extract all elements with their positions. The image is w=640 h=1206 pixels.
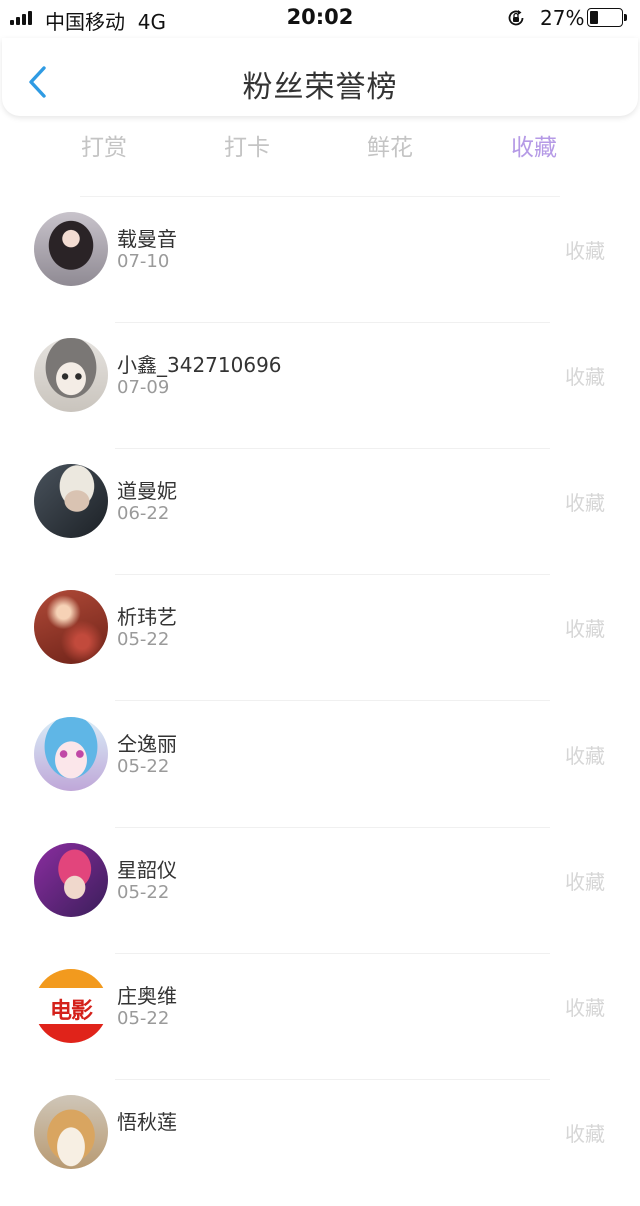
list-item[interactable]: 载曼音 07-10 收藏 [0, 197, 640, 323]
tab-tip[interactable]: 打赏 [44, 128, 164, 162]
avatar[interactable] [34, 464, 108, 538]
tab-favorites[interactable]: 收藏 [474, 128, 594, 162]
list-item[interactable]: 小鑫_342710696 07-09 收藏 [0, 323, 640, 449]
favorite-action[interactable]: 收藏 [565, 613, 605, 642]
fan-date: 05-22 [117, 1008, 170, 1029]
fan-name: 悟秋莲 [117, 1110, 177, 1134]
avatar[interactable] [34, 717, 108, 791]
page-title: 粉丝荣誉榜 [242, 70, 398, 105]
fan-name: 道曼妮 [117, 479, 177, 503]
status-bar: 中国移动 4G 20:02 27% [0, 0, 640, 36]
battery-percentage: 27% [540, 6, 585, 30]
battery-icon [587, 8, 627, 27]
favorite-action[interactable]: 收藏 [565, 1118, 605, 1147]
tab-bar: 打赏 打卡 鲜花 收藏 [0, 128, 640, 172]
avatar[interactable] [34, 338, 108, 412]
fan-date: 06-22 [117, 503, 170, 524]
list-item[interactable]: 悟秋莲 收藏 [0, 1080, 640, 1206]
fan-date: 05-22 [117, 629, 170, 650]
rotation-lock-icon [508, 10, 524, 26]
list-item[interactable]: 仝逸丽 05-22 收藏 [0, 702, 640, 828]
favorite-action[interactable]: 收藏 [565, 992, 605, 1021]
favorite-action[interactable]: 收藏 [565, 235, 605, 264]
movie-logo-text: 电影 [49, 999, 93, 1024]
avatar[interactable]: 电影 [34, 969, 108, 1043]
navigation-bar: 粉丝荣誉榜 [2, 38, 638, 116]
list-item[interactable]: 道曼妮 06-22 收藏 [0, 449, 640, 575]
fan-name: 庄奥维 [117, 984, 177, 1008]
fan-name: 仝逸丽 [117, 732, 177, 756]
favorite-action[interactable]: 收藏 [565, 361, 605, 390]
list-item[interactable]: 星韶仪 05-22 收藏 [0, 828, 640, 954]
favorite-action[interactable]: 收藏 [565, 740, 605, 769]
fan-date: 07-09 [117, 377, 170, 398]
fan-name: 载曼音 [117, 227, 177, 251]
fan-date: 05-22 [117, 882, 170, 903]
favorite-action[interactable]: 收藏 [565, 487, 605, 516]
avatar[interactable] [34, 843, 108, 917]
avatar[interactable] [34, 590, 108, 664]
favorite-action[interactable]: 收藏 [565, 866, 605, 895]
fan-name: 析玮艺 [117, 605, 177, 629]
fan-name: 星韶仪 [117, 858, 177, 882]
fan-date: 07-10 [117, 251, 170, 272]
list-item[interactable]: 电影 庄奥维 05-22 收藏 [0, 954, 640, 1080]
fan-date: 05-22 [117, 756, 170, 777]
avatar[interactable] [34, 212, 108, 286]
list-item[interactable]: 析玮艺 05-22 收藏 [0, 575, 640, 701]
fan-name: 小鑫_342710696 [117, 353, 282, 377]
avatar[interactable] [34, 1095, 108, 1169]
tab-flowers[interactable]: 鲜花 [330, 128, 450, 162]
row-divider [115, 700, 550, 701]
tab-checkin[interactable]: 打卡 [187, 128, 307, 162]
